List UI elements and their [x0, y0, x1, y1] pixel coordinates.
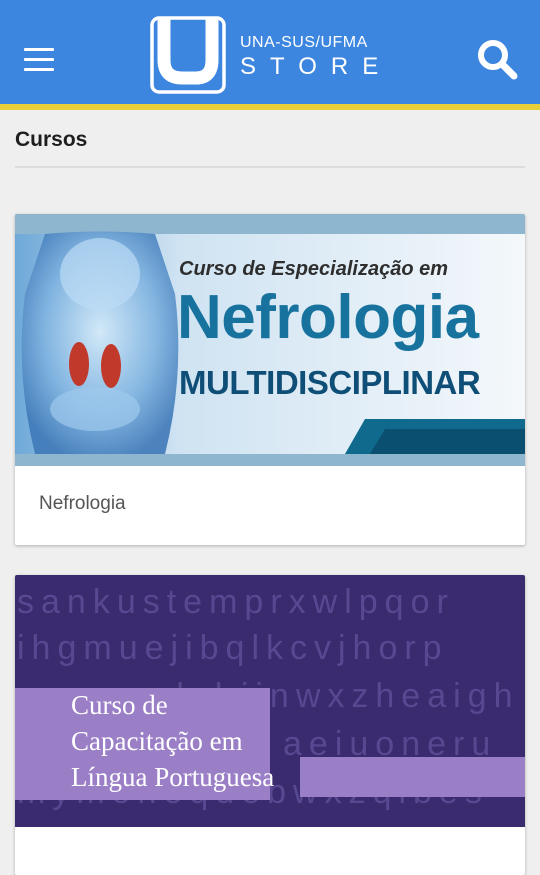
banner-subtitle: Curso de Especialização em — [179, 258, 449, 280]
banner-accent-bar — [300, 757, 525, 797]
banner-letter-pattern-row: sankustemprxwlpqor — [17, 583, 455, 621]
hamburger-menu-icon — [24, 48, 54, 51]
course-banner-image: sankustemprxwlpqor ihgmuejibqlkcvjhorp d… — [15, 575, 525, 827]
search-button[interactable] — [474, 36, 520, 82]
banner-letter-pattern-row: ihgmuejibqlkcvjhorp — [17, 629, 449, 667]
course-card-title: Nefrologia — [39, 493, 126, 514]
hamburger-menu-icon-line — [24, 58, 54, 61]
section-divider — [15, 166, 525, 168]
hamburger-menu-icon-line — [24, 68, 54, 71]
section-title: Cursos — [15, 128, 88, 151]
course-card-lingua-portuguesa[interactable]: sankustemprxwlpqor ihgmuejibqlkcvjhorp d… — [15, 575, 525, 875]
banner-title-line1: Curso de — [71, 690, 168, 720]
banner-title: Nefrologia — [177, 283, 479, 352]
app-logo[interactable]: UNA-SUS/UFMA STORE — [150, 16, 395, 96]
course-banner-image: Curso de Especialização em Nefrologia MU… — [15, 214, 525, 466]
search-icon — [478, 40, 518, 80]
menu-button[interactable] — [18, 42, 60, 76]
logo-text-organization: UNA-SUS/UFMA — [240, 34, 368, 51]
banner-title-line3: Língua Portuguesa — [71, 762, 275, 792]
banner-tagline: MULTIDISCIPLINAR — [179, 364, 481, 401]
banner-title-line2: Capacitação em — [71, 726, 243, 756]
logo-mark-icon — [150, 16, 226, 94]
header-accent-stripe — [0, 104, 540, 110]
logo-text-store: STORE — [240, 53, 393, 80]
app-header: UNA-SUS/UFMA STORE — [0, 0, 540, 104]
course-card-nefrologia[interactable]: Curso de Especialização em Nefrologia MU… — [15, 214, 525, 545]
